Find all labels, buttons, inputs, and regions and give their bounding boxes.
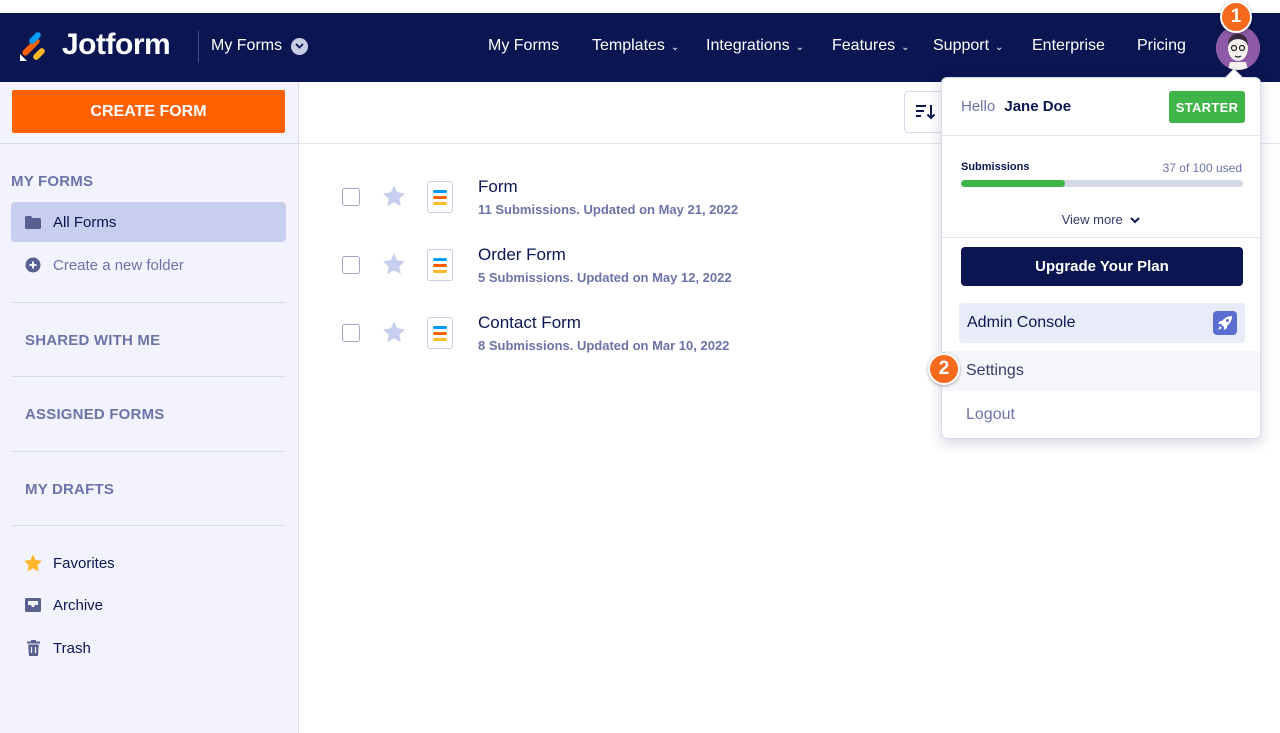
nav-link-label: Integrations (706, 37, 790, 54)
star-icon[interactable] (383, 253, 405, 275)
chevron-down-icon: ⌄ (901, 41, 910, 53)
select-checkbox[interactable] (342, 256, 360, 274)
upgrade-plan-button[interactable]: Upgrade Your Plan (961, 247, 1243, 286)
divider (942, 237, 1260, 238)
form-title[interactable]: Form (478, 177, 518, 197)
folder-icon (24, 213, 42, 231)
divider (942, 135, 1260, 136)
divider (11, 302, 286, 303)
sidebar-item-favorites[interactable]: Favorites (11, 543, 286, 583)
sidebar-item-assigned-forms[interactable]: ASSIGNED FORMS (25, 406, 164, 423)
star-icon[interactable] (383, 321, 405, 343)
account-dropdown: Hello Jane Doe STARTER Submissions 37 of… (941, 77, 1261, 439)
form-icon (427, 317, 453, 349)
nav-link-features[interactable]: Features ⌄ (832, 37, 910, 55)
greeting-text: Hello (961, 98, 996, 115)
sidebar-item-label: All Forms (53, 213, 117, 231)
divider (0, 143, 299, 144)
plan-badge[interactable]: STARTER (1169, 91, 1245, 123)
form-list-item[interactable]: Form 11 Submissions. Updated on May 21, … (299, 177, 939, 233)
divider (11, 376, 286, 377)
form-meta: 5 Submissions. Updated on May 12, 2022 (478, 270, 732, 285)
rocket-icon (1213, 311, 1237, 335)
settings-link[interactable]: Settings (942, 351, 1260, 391)
nav-link-label: Features (832, 37, 896, 54)
nav-link-my-forms[interactable]: My Forms (488, 37, 559, 55)
select-checkbox[interactable] (342, 324, 360, 342)
callout-badge-2: 2 (928, 353, 960, 385)
sidebar-item-archive[interactable]: Archive (11, 585, 286, 625)
view-more-label: View more (1061, 212, 1123, 227)
top-navbar: Jotform My Forms My Forms Templates ⌄ In… (0, 13, 1280, 82)
greeting: Hello Jane Doe (961, 98, 1071, 115)
form-title[interactable]: Contact Form (478, 313, 581, 333)
trash-icon (24, 639, 42, 657)
admin-console-label: Admin Console (967, 314, 1076, 331)
sidebar-item-shared-with-me[interactable]: SHARED WITH ME (25, 332, 160, 349)
form-meta: 8 Submissions. Updated on Mar 10, 2022 (478, 338, 730, 353)
nav-link-label: Templates (592, 37, 665, 54)
form-icon (427, 249, 453, 281)
nav-link-label: My Forms (488, 37, 560, 54)
logout-link[interactable]: Logout (966, 406, 1015, 424)
form-title[interactable]: Order Form (478, 245, 566, 265)
sidebar-item-trash[interactable]: Trash (11, 628, 286, 668)
sidebar-item-label: Trash (53, 639, 91, 657)
sidebar-item-label: Favorites (53, 554, 115, 572)
user-name: Jane Doe (1004, 98, 1072, 115)
usage-progress-bar (961, 180, 1243, 187)
nav-link-label: Enterprise (1032, 37, 1105, 54)
select-checkbox[interactable] (342, 188, 360, 206)
submissions-label: Submissions (961, 161, 1030, 173)
admin-console-link[interactable]: Admin Console (959, 303, 1245, 343)
divider (11, 451, 286, 452)
sidebar-item-label: Archive (53, 596, 104, 614)
archive-icon (24, 596, 42, 614)
nav-link-pricing[interactable]: Pricing (1137, 37, 1186, 55)
chevron-down-icon: ⌄ (670, 41, 680, 53)
top-strip (0, 0, 1280, 13)
main-nav: My Forms Templates ⌄ Integrations ⌄ Feat… (0, 37, 1280, 59)
callout-badge-1: 1 (1220, 1, 1252, 33)
nav-link-integrations[interactable]: Integrations ⌄ (706, 37, 804, 55)
sidebar-item-label: Create a new folder (53, 256, 184, 274)
sidebar-item-all-forms[interactable]: All Forms (11, 202, 286, 242)
settings-label: Settings (966, 362, 1024, 379)
create-folder-link[interactable]: Create a new folder (11, 245, 286, 285)
sidebar: CREATE FORM MY FORMS All Forms Create a … (0, 82, 299, 733)
nav-link-support[interactable]: Support ⌄ (933, 37, 1003, 55)
form-icon (427, 181, 453, 213)
chevron-down-icon (1130, 217, 1141, 224)
star-icon[interactable] (383, 185, 405, 207)
create-form-button[interactable]: CREATE FORM (12, 90, 285, 133)
nav-link-label: Pricing (1137, 37, 1186, 54)
form-meta: 11 Submissions. Updated on May 21, 2022 (478, 202, 739, 217)
divider (11, 525, 286, 526)
nav-link-templates[interactable]: Templates ⌄ (592, 37, 679, 55)
chevron-down-icon: ⌄ (795, 41, 804, 53)
view-more-link[interactable]: View more (942, 212, 1260, 227)
submissions-count: 37 of 100 used (1162, 161, 1242, 175)
form-list-item[interactable]: Order Form 5 Submissions. Updated on May… (299, 245, 939, 301)
star-icon (24, 554, 42, 572)
sidebar-item-my-drafts[interactable]: MY DRAFTS (25, 481, 114, 498)
form-list-item[interactable]: Contact Form 8 Submissions. Updated on M… (299, 313, 939, 369)
nav-link-enterprise[interactable]: Enterprise (1032, 37, 1105, 55)
plus-circle-icon (24, 256, 42, 274)
my-forms-heading: MY FORMS (11, 173, 94, 190)
nav-link-label: Support (933, 37, 990, 54)
chevron-down-icon: ⌄ (995, 41, 1004, 53)
usage-progress-fill (961, 180, 1066, 187)
sort-icon (916, 105, 936, 120)
